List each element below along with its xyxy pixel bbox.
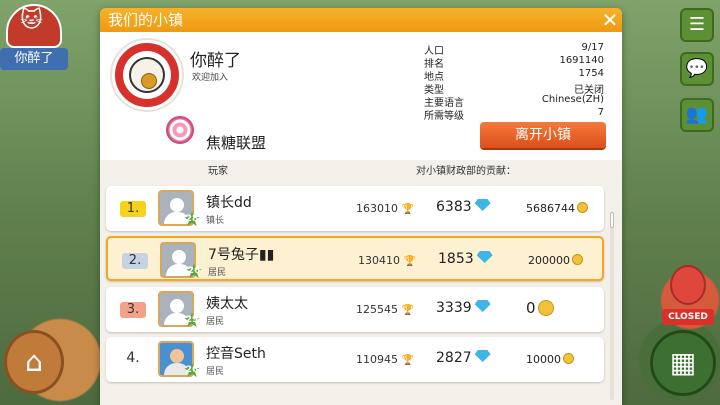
- balloon-icon: [670, 265, 706, 305]
- rank-badge: 2.: [122, 253, 148, 269]
- trophy-icon: 🏆: [401, 305, 414, 316]
- dialog-header: 我们的小镇: [100, 8, 622, 32]
- candy-swirl-icon: [166, 116, 194, 144]
- town-emblem: [112, 40, 182, 110]
- coin-icon: [537, 300, 554, 316]
- player-name: 7号兔子▮▮: [208, 247, 275, 263]
- town-dialog: 我们的小镇 ✕ 你醉了 欢迎加入 焦糖联盟 人口 9/17 排名 1691140 地…: [100, 8, 622, 405]
- diamond-icon: [474, 300, 491, 312]
- town-info-panel: 你醉了 欢迎加入 焦糖联盟 人口 9/17 排名 1691140 地点 1754 类型…: [100, 32, 622, 160]
- coin-icon: [141, 73, 157, 89]
- diamond-icon: [474, 350, 491, 362]
- player-level: 26: [185, 365, 199, 375]
- menu-button[interactable]: ☰: [680, 8, 714, 42]
- menu-icon: ☰: [688, 14, 706, 35]
- stat-required-level: 所需等级 7: [424, 107, 604, 122]
- scroll-thumb[interactable]: [610, 212, 614, 228]
- rank-badge: 3.: [120, 302, 146, 318]
- stat-population: 人口 9/17: [424, 42, 604, 57]
- trophy-count: 110945 🏆: [356, 353, 414, 366]
- lucky-cat-icon: [129, 57, 165, 93]
- diamond-icon: [474, 199, 491, 211]
- member-row[interactable]: 3. ★ 29 姨太太 居民 125545 🏆 3339 0: [106, 287, 604, 332]
- trophy-count: 125545 🏆: [356, 303, 414, 316]
- player-level: 26: [187, 266, 201, 276]
- welcome-text: 欢迎加入: [192, 73, 229, 83]
- coin-contribution: 200000: [528, 254, 583, 267]
- stat-language: 主要语言 Chinese(ZH): [424, 94, 604, 109]
- trophy-icon: 🏆: [403, 256, 416, 267]
- stat-rank: 排名 1691140: [424, 55, 604, 70]
- alliance-name: 焦糖联盟: [206, 134, 267, 152]
- town-name-tag[interactable]: 你醉了: [0, 48, 68, 70]
- player-level: 28: [185, 214, 199, 224]
- closed-label: CLOSED: [662, 309, 714, 325]
- player-name: 镇长dd: [206, 195, 252, 211]
- player-level: 29: [185, 315, 199, 325]
- cash-register-button[interactable]: ▦: [650, 330, 716, 396]
- coin-icon: [572, 254, 583, 265]
- player-role: 居民: [206, 367, 225, 377]
- coin-contribution: 5686744: [526, 202, 588, 215]
- player-name: 姨太太: [206, 296, 248, 312]
- dialog-title: 我们的小镇: [108, 11, 184, 29]
- chat-button[interactable]: 💬: [680, 52, 714, 86]
- close-icon: ✕: [601, 8, 619, 32]
- player-role: 居民: [208, 268, 227, 278]
- trophy-icon: 🏆: [401, 355, 414, 366]
- coin-icon: [577, 202, 588, 213]
- build-menu-button[interactable]: ⌂: [4, 330, 64, 394]
- member-row[interactable]: 2. ★ 26 7号兔子▮▮ 居民 130410 🏆 1853 200000: [106, 236, 604, 281]
- cash-register-icon: ▦: [669, 346, 697, 379]
- gem-contribution: 6383: [436, 199, 491, 215]
- chat-icon: 💬: [685, 58, 709, 79]
- trophy-icon: 🏆: [401, 204, 414, 215]
- lucky-cat-icon: 🐱: [20, 8, 43, 33]
- alliance-emblem: [158, 116, 202, 156]
- player-name: 控音Seth: [206, 346, 266, 362]
- gem-contribution: 3339: [436, 300, 491, 316]
- stat-location: 地点 1754: [424, 68, 604, 83]
- member-row[interactable]: 1. ★ 28 镇长dd 镇长 163010 🏆 6383 5686744: [106, 186, 604, 231]
- town-stats: 人口 9/17 排名 1691140 地点 1754 类型 已关闭 主要语言 Chines…: [424, 42, 604, 122]
- trophy-count: 163010 🏆: [356, 202, 414, 215]
- leave-town-button[interactable]: 离开小镇: [480, 122, 606, 148]
- close-button[interactable]: ✕: [600, 10, 620, 30]
- coin-icon: [563, 353, 574, 364]
- closed-balloon-sign[interactable]: CLOSED: [660, 265, 716, 327]
- player-role: 居民: [206, 317, 225, 327]
- column-header-player: 玩家: [208, 166, 228, 177]
- friends-icon: 👥: [685, 104, 709, 125]
- player-role: 镇长: [206, 216, 225, 226]
- coin-contribution: 10000: [526, 353, 574, 366]
- rank-number: 4.: [126, 350, 140, 366]
- friends-button[interactable]: 👥: [680, 98, 714, 132]
- trophy-count: 130410 🏆: [358, 254, 416, 267]
- rank-badge: 1.: [120, 201, 146, 217]
- diamond-icon: [476, 251, 493, 263]
- coin-contribution: 0: [526, 299, 554, 317]
- gem-contribution: 1853: [438, 251, 493, 267]
- house-icon: ⌂: [25, 345, 43, 378]
- column-header-contribution: 对小镇财政部的贡献：: [416, 166, 516, 177]
- stat-type: 类型 已关闭: [424, 85, 604, 96]
- member-row[interactable]: 4. ★ 26 控音Seth 居民 110945 🏆 2827 10000: [106, 337, 604, 382]
- town-name: 你醉了: [190, 51, 241, 71]
- member-list-scrollbar[interactable]: [610, 212, 614, 400]
- gem-contribution: 2827: [436, 350, 491, 366]
